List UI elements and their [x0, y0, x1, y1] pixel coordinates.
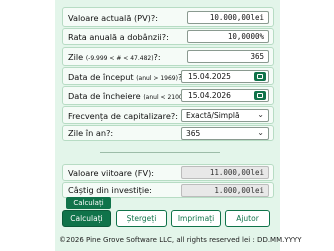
frequency-label: Frecvența de capitalizare?: — [68, 111, 178, 121]
calculate-button[interactable]: Calculați — [62, 210, 111, 227]
end-date-label-range: (anul < 2100) — [143, 94, 186, 101]
fv-label: Valoare viitoare (FV): — [68, 168, 155, 178]
clear-button[interactable]: Ștergeți — [116, 210, 167, 227]
interest-output: 1.000,00lei — [181, 184, 269, 197]
frequency-row: Frecvența de capitalizare?: Exactă/Simpl… — [62, 106, 274, 124]
divider — [100, 152, 220, 153]
days-in-year-row: Zile în an?: 365 ⌄ — [62, 125, 274, 141]
fv-output: 11.000,00lei — [181, 166, 269, 179]
start-date-row: Data de început (anul > 1969)?: 15.04.20… — [62, 67, 274, 85]
days-in-year-value: 365 — [186, 129, 201, 138]
start-date-label-range: (anul > 1969) — [136, 75, 178, 82]
rate-row: Rata anuală a dobânzii?: 10,0000% — [62, 28, 274, 45]
calendar-icon[interactable] — [254, 91, 266, 100]
rate-input[interactable]: 10,0000% — [187, 30, 269, 43]
interest-label: Câștig din investiție: — [68, 185, 152, 195]
days-in-year-select[interactable]: 365 ⌄ — [181, 127, 269, 140]
pv-row: Valoare actuală (PV)?: 10.000,00lei — [62, 7, 274, 27]
days-row: Zile (-9.999 < # < 47.482)?: 365 — [62, 47, 274, 66]
pv-input[interactable]: 10.000,00lei — [187, 11, 269, 24]
days-label-main: Zile — [68, 52, 84, 62]
end-date-value: 15.04.2026 — [188, 91, 231, 100]
rate-label: Rata anuală a dobânzii?: — [68, 32, 169, 42]
days-label-range: (-9.999 < # < 47.482) — [85, 55, 154, 62]
end-date-label: Data de încheiere (anul < 2100)?: — [68, 91, 192, 101]
end-date-row: Data de încheiere (anul < 2100)?: 15.04.… — [62, 86, 274, 105]
print-button[interactable]: Imprimați — [171, 210, 221, 227]
start-date-value: 15.04.2025 — [188, 72, 231, 81]
fv-row: Valoare viitoare (FV): 11.000,00lei — [62, 164, 274, 181]
days-input[interactable]: 365 — [187, 50, 269, 63]
days-label: Zile (-9.999 < # < 47.482)?: — [68, 52, 161, 62]
chevron-down-icon: ⌄ — [257, 128, 264, 137]
days-label-end: ?: — [153, 52, 161, 62]
chevron-down-icon: ⌄ — [257, 110, 264, 119]
pv-label: Valoare actuală (PV)?: — [68, 13, 158, 23]
start-date-label: Data de început (anul > 1969)?: — [68, 72, 185, 82]
start-date-label-main: Data de început — [68, 72, 134, 82]
calculate-tooltip: Calculați — [66, 197, 111, 209]
footer-copyright: ©2026 Pine Grove Software LLC, all right… — [59, 236, 302, 244]
interest-row: Câștig din investiție: 1.000,00lei — [62, 182, 274, 198]
calendar-icon[interactable] — [254, 72, 266, 81]
end-date-label-main: Data de încheiere — [68, 91, 141, 101]
days-in-year-label: Zile în an?: — [68, 128, 114, 138]
end-date-input[interactable]: 15.04.2026 — [181, 89, 269, 102]
frequency-value: Exactă/Simplă — [186, 111, 240, 120]
start-date-input[interactable]: 15.04.2025 — [181, 70, 269, 83]
help-button[interactable]: Ajutor — [225, 210, 270, 227]
frequency-select[interactable]: Exactă/Simplă ⌄ — [181, 109, 269, 122]
